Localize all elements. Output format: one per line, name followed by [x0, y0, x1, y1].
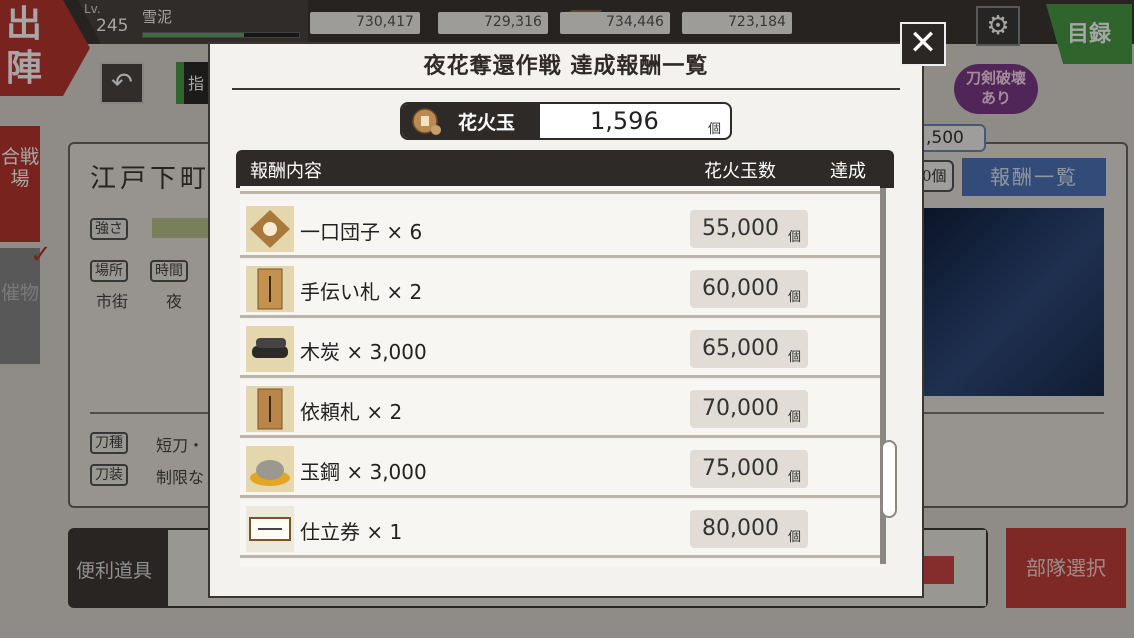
cost-box: 75,000 個: [690, 450, 808, 488]
reward-cost: 70,000: [702, 396, 779, 421]
firework-ball-icon: [412, 108, 441, 135]
currency-display: 花火玉 1,596 個: [400, 102, 732, 140]
cost-unit: 個: [788, 410, 802, 425]
reward-cost: 65,000: [702, 336, 779, 361]
cost-box: 60,000 個: [690, 270, 808, 308]
reward-cost: 55,000: [702, 216, 779, 241]
list-item-partial-top: [240, 186, 880, 194]
reward-name: 一口団子 × 6: [300, 220, 423, 244]
scrollbar-thumb[interactable]: [881, 440, 897, 518]
list-item: 仕立券 × 1 80,000 個: [240, 500, 880, 558]
reward-name: 仕立券 × 1: [300, 520, 403, 544]
reward-name: 依頼札 × 2: [300, 400, 403, 424]
reward-name: 木炭 × 3,000: [300, 340, 427, 364]
cost-unit: 個: [788, 350, 802, 365]
cost-unit: 個: [788, 530, 802, 545]
list-item: 玉鋼 × 3,000 75,000 個: [240, 440, 880, 498]
dialog-title: 夜花奪還作戦 達成報酬一覧: [423, 53, 709, 79]
reward-list[interactable]: 一口団子 × 6 55,000 個 手伝い札 × 2 60,000 個 木炭 ×…: [236, 186, 894, 566]
close-icon: ✕: [908, 23, 938, 63]
charcoal-icon: [246, 326, 294, 372]
reward-cost: 80,000: [702, 516, 779, 541]
list-item: 手伝い札 × 2 60,000 個: [240, 260, 880, 318]
cost-box: 55,000 個: [690, 210, 808, 248]
currency-unit: 個: [708, 122, 722, 137]
help-tag-icon: [246, 266, 294, 312]
reward-cost: 75,000: [702, 456, 779, 481]
cost-box: 70,000 個: [690, 390, 808, 428]
cost-box: 80,000 個: [690, 510, 808, 548]
list-item: 一口団子 × 6 55,000 個: [240, 200, 880, 258]
reward-name: 手伝い札 × 2: [300, 280, 423, 304]
cost-unit: 個: [788, 230, 802, 245]
title-divider: [232, 88, 900, 90]
dango-icon: [246, 206, 294, 252]
tailor-ticket-icon: [246, 506, 294, 552]
request-tag-icon: [246, 386, 294, 432]
table-header: [236, 150, 894, 188]
tamahagane-icon: [246, 446, 294, 492]
cost-unit: 個: [788, 290, 802, 305]
reward-name: 玉鋼 × 3,000: [300, 460, 427, 484]
close-button[interactable]: ✕: [900, 22, 946, 66]
cost-box: 65,000 個: [690, 330, 808, 368]
currency-value: 1,596: [590, 107, 659, 135]
currency-name: 花火玉: [458, 112, 516, 134]
header-cost: 花火玉数: [704, 161, 776, 182]
list-item: 木炭 × 3,000 65,000 個: [240, 320, 880, 378]
list-item-partial-bottom: [240, 560, 880, 566]
list-item: 依頼札 × 2 70,000 個: [240, 380, 880, 438]
header-achieved: 達成: [830, 161, 866, 182]
header-content: 報酬内容: [250, 161, 322, 182]
cost-unit: 個: [788, 470, 802, 485]
reward-cost: 60,000: [702, 276, 779, 301]
